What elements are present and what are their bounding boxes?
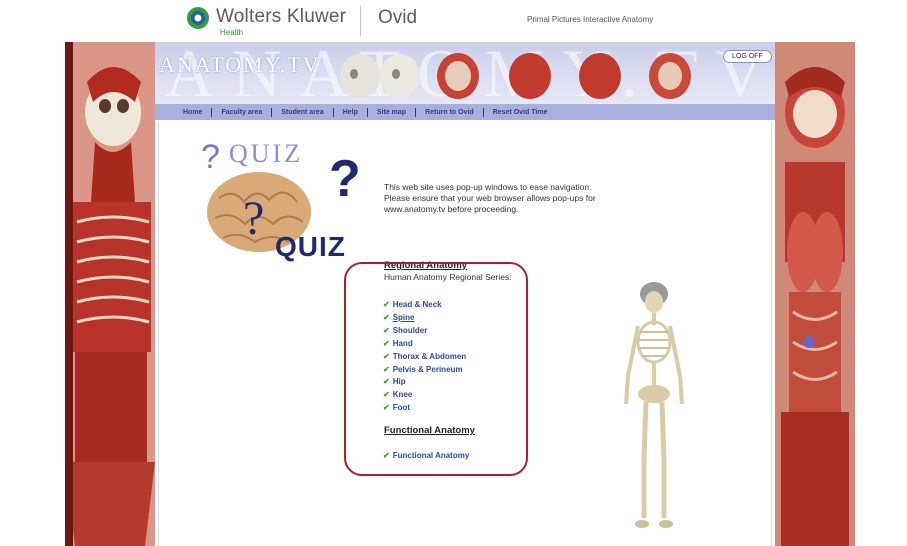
site-title: ANATOMY.TV [159,52,321,77]
region-link-spine[interactable]: ✔ Spine [383,312,466,325]
right-anatomy-image [775,42,855,546]
nav-site-map[interactable]: Site map [368,107,417,117]
region-link-pelvis-perineum[interactable]: ✔ Pelvis & Perineum [383,364,466,377]
nav-help[interactable]: Help [334,107,368,117]
check-icon: ✔ [383,451,390,460]
check-icon: ✔ [383,300,390,309]
quiz-bottom-word: QUIZ [275,231,346,262]
region-link-hand[interactable]: ✔ Hand [383,338,466,351]
regional-series-list: ✔ Head & Neck ✔ Spine ✔ Shoulder ✔ Hand ✔ Tho… [383,299,466,415]
platform-name: Ovid [378,7,418,28]
main-nav: Home Faculty area Student area Help Site… [155,104,775,120]
brand-divider [360,6,361,36]
functional-anatomy-heading[interactable]: Functional Anatomy [384,425,475,436]
check-icon: ✔ [383,312,390,322]
nav-return-to-ovid[interactable]: Return to Ovid [416,107,484,117]
region-link-hip[interactable]: ✔ Hip [383,376,466,389]
wolters-kluwer-logo-icon [187,7,209,29]
nav-reset-ovid-time[interactable]: Reset Ovid Time [484,108,557,117]
region-link-foot[interactable]: ✔ Foot [383,402,466,415]
check-icon: ✔ [383,390,390,400]
check-icon: ✔ [383,364,390,374]
check-icon: ✔ [383,325,390,335]
regional-anatomy-heading[interactable]: Regional Anatomy [384,260,467,271]
logoff-button[interactable]: LOG OFF [723,50,772,63]
region-link-knee[interactable]: ✔ Knee [383,389,466,402]
check-icon: ✔ [383,351,390,361]
quiz-top-word: QUIZ [229,139,303,168]
check-icon: ✔ [383,338,390,348]
product-title: Primal Pictures Interactive Anatomy [527,15,654,24]
skeleton-image [624,282,684,528]
region-link-shoulder[interactable]: ✔ Shoulder [383,325,466,338]
nav-home[interactable]: Home [155,107,213,117]
svg-text:?: ? [329,150,359,208]
header-banner: ANATOMY.TV ANATOMY.TV LOG OFF [155,42,775,104]
regional-series-subheading: Human Anatomy Regional Series: [384,272,512,282]
popup-notice: This web site uses pop-up windows to eas… [384,182,596,214]
brand-bar: Wolters Kluwer Health Ovid Primal Pictur… [0,0,907,42]
region-link-thorax-abdomen[interactable]: ✔ Thorax & Abdomen [383,351,466,364]
company-name: Wolters Kluwer [216,6,347,27]
anatomy-heads-image [340,53,691,99]
quiz-graphic: ? QUIZ ? ? QUIZ [201,138,359,262]
svg-text:?: ? [201,138,220,176]
company-subtitle: Health [220,28,244,37]
region-link-head-neck[interactable]: ✔ Head & Neck [383,299,466,312]
svg-text:?: ? [243,192,264,245]
left-anatomy-image [65,42,155,546]
functional-anatomy-link[interactable]: ✔ Functional Anatomy [383,451,469,460]
main-content: ? QUIZ ? ? QUIZ This web site uses pop-u… [158,122,772,546]
nav-student-area[interactable]: Student area [272,107,334,117]
check-icon: ✔ [383,377,390,387]
check-icon: ✔ [383,403,390,413]
nav-faculty-area[interactable]: Faculty area [212,107,273,117]
